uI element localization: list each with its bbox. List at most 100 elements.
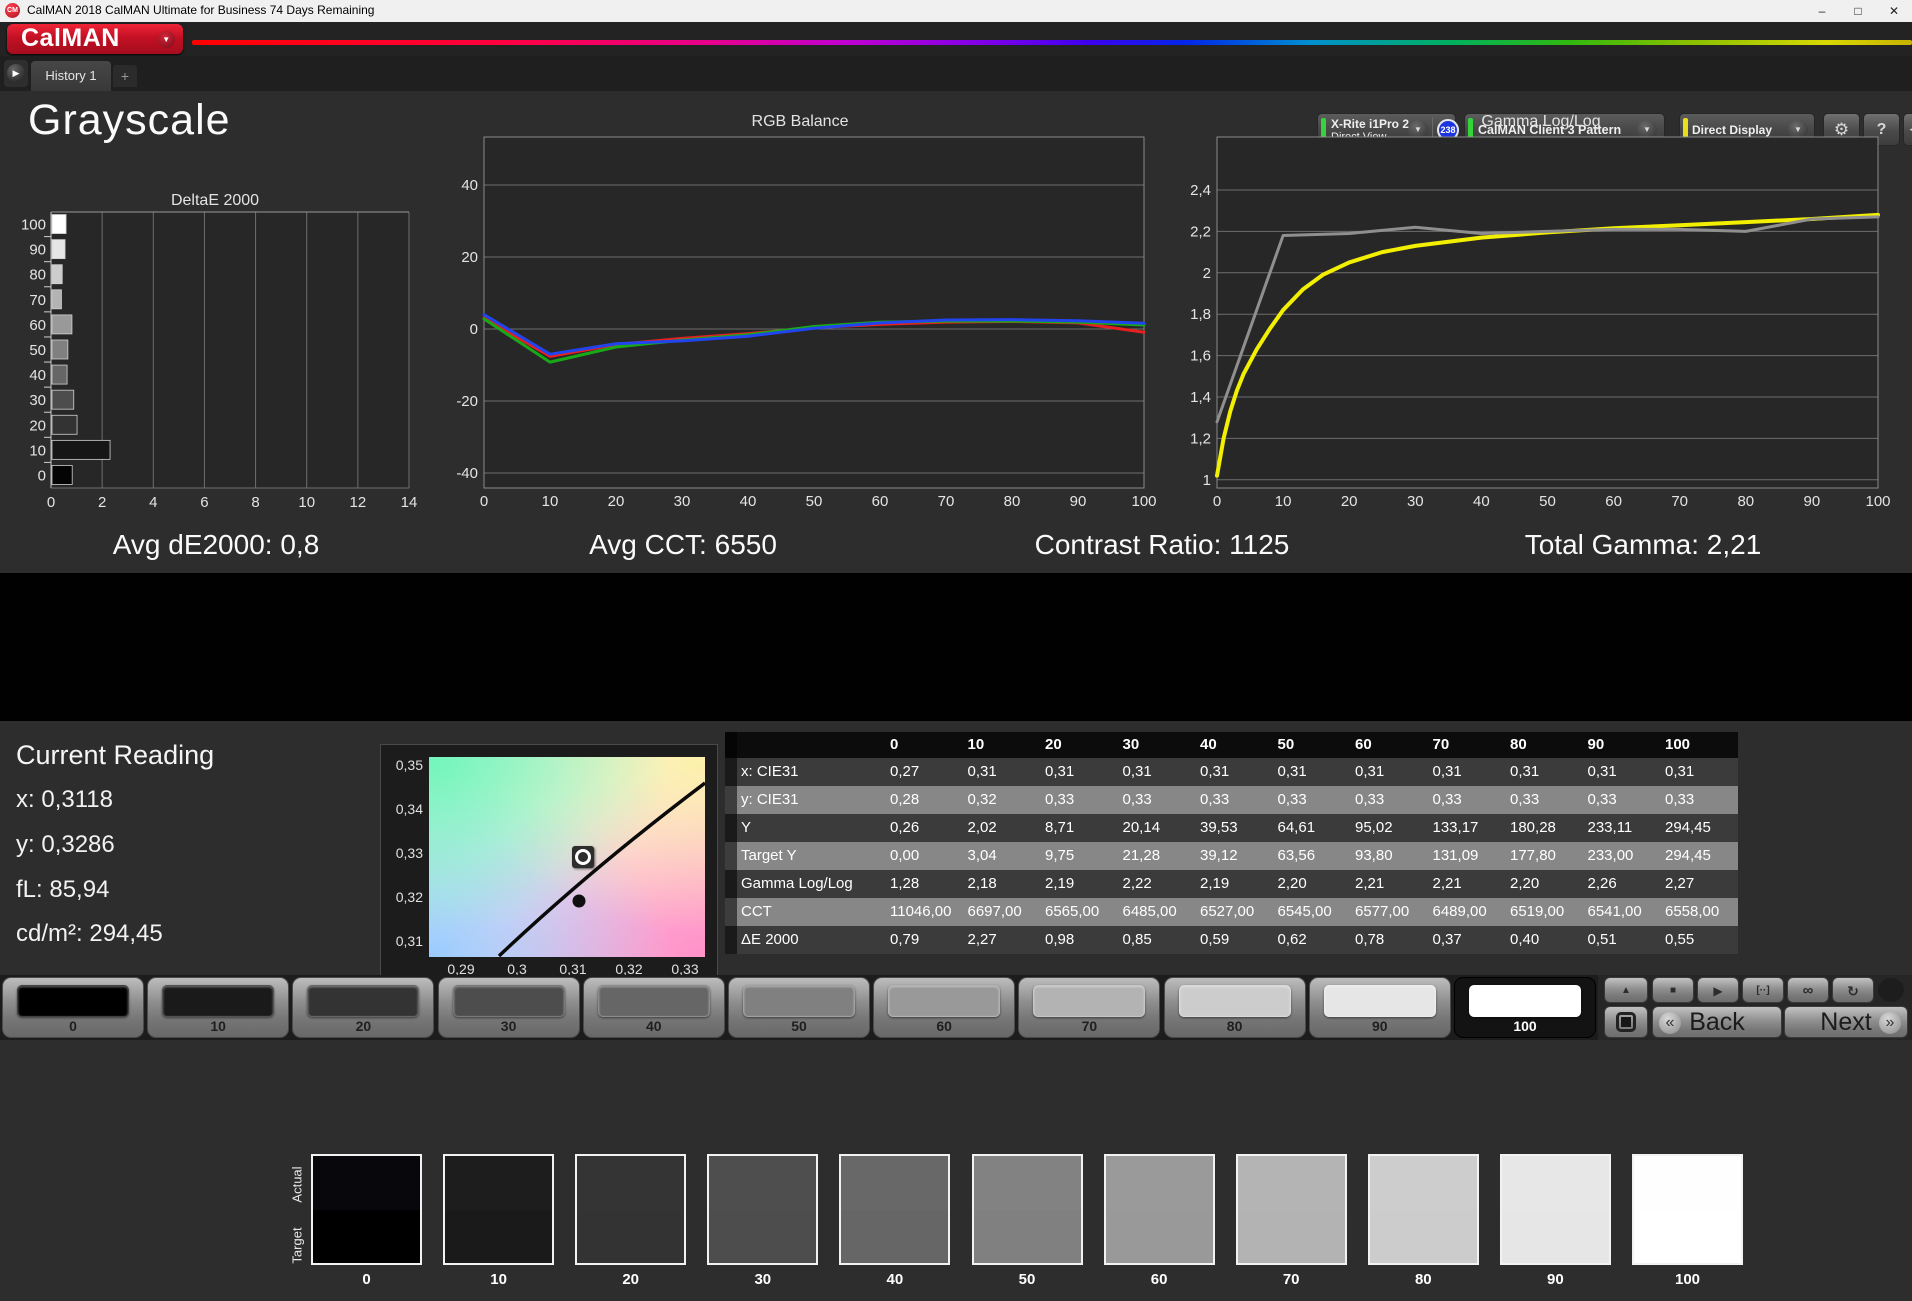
actual-swatch-half xyxy=(973,1156,1081,1210)
table-cell: 233,11 xyxy=(1587,819,1633,836)
calman-menu-button[interactable]: CalMAN ▼ xyxy=(7,24,183,54)
table-cell: 0,27 xyxy=(890,763,920,780)
actual-swatch-half xyxy=(1105,1156,1213,1210)
pattern-button-70[interactable]: 70 xyxy=(1018,977,1161,1038)
table-cell: 64,61 xyxy=(1277,819,1316,836)
next-button[interactable]: Next » xyxy=(1784,1006,1908,1038)
table-row: x: CIE31 0,27 0,31 0,31 0,31 0,31 0,31 0,31 0,31… xyxy=(725,758,1738,786)
axis-tick-label: 20 xyxy=(461,249,478,266)
axis-tick-label: 1,6 xyxy=(1190,348,1211,365)
actual-swatch-half xyxy=(1501,1156,1609,1210)
cie-gamut-plot xyxy=(429,757,705,957)
tab-history-1[interactable]: History 1 xyxy=(31,61,111,91)
axis-tick-label: 30 xyxy=(674,493,691,510)
single-pattern-button[interactable]: [··] xyxy=(1742,977,1784,1003)
back-button[interactable]: « Back xyxy=(1652,1006,1782,1038)
play-icon: ▶ xyxy=(1713,984,1723,998)
table-row: Target Y 0,00 3,04 9,75 21,28 39,12 63,56 93,80… xyxy=(725,842,1738,870)
axis-tick-label: 30 xyxy=(1407,493,1424,510)
continuous-read-button[interactable]: ∞ xyxy=(1787,977,1829,1003)
axis-tick-label: 20 xyxy=(1341,493,1358,510)
play-button[interactable]: ▶ xyxy=(1697,977,1739,1003)
pattern-button-20[interactable]: 20 xyxy=(292,977,435,1038)
target-row-label: Target xyxy=(289,1227,305,1264)
table-cell: 0,85 xyxy=(1122,931,1152,948)
axis-tick-label: 2 xyxy=(98,494,106,511)
next-arrow-icon: » xyxy=(1879,1012,1901,1034)
axis-tick-label: 8 xyxy=(251,494,259,511)
close-button[interactable]: ✕ xyxy=(1876,0,1912,22)
grayscale-swatch-90 xyxy=(1499,1154,1611,1265)
swatch-level-label: 0 xyxy=(362,1271,371,1288)
table-cell: 0,31 xyxy=(1277,763,1307,780)
grayscale-swatch-10 xyxy=(443,1154,555,1265)
pattern-button-90[interactable]: 90 xyxy=(1308,977,1451,1038)
table-cell: 0,31 xyxy=(1587,763,1617,780)
pattern-level-label: 60 xyxy=(936,1018,952,1034)
swatch-level-label: 10 xyxy=(490,1271,507,1288)
pattern-button-80[interactable]: 80 xyxy=(1163,977,1306,1038)
actual-swatch-half xyxy=(1634,1156,1741,1210)
rainbow-divider xyxy=(192,40,1912,45)
grayscale-swatch-20 xyxy=(575,1154,687,1265)
minimize-button[interactable]: – xyxy=(1804,0,1840,22)
table-column-header: 30 xyxy=(1122,736,1140,753)
table-cell: 0,51 xyxy=(1587,931,1617,948)
deltae-chart: 0 2 4 6 8 10 12 141009080706050403020100 xyxy=(21,211,417,511)
back-arrow-icon: « xyxy=(1659,1012,1681,1034)
target-swatch-half xyxy=(445,1209,553,1263)
pattern-button-50[interactable]: 50 xyxy=(728,977,870,1038)
current-reading-title: Current Reading xyxy=(16,740,215,770)
pattern-swatch xyxy=(597,985,710,1017)
deltae-bar xyxy=(51,465,73,485)
tab-scroll-left-button[interactable]: ▶ xyxy=(4,60,28,87)
axis-tick-label: 4 xyxy=(149,494,157,511)
deltae-bar xyxy=(51,289,62,310)
app-icon: CM xyxy=(5,3,20,18)
pattern-window-button[interactable] xyxy=(1604,1006,1648,1038)
pattern-button-30[interactable]: 30 xyxy=(437,977,580,1038)
pattern-bar-up-button[interactable]: ▲ xyxy=(1604,977,1648,1003)
window-title: CalMAN 2018 CalMAN Ultimate for Business… xyxy=(27,3,375,17)
stop-button[interactable]: ■ xyxy=(1652,977,1694,1003)
axis-tick-label: 10 xyxy=(29,442,46,459)
pattern-button-60[interactable]: 60 xyxy=(873,977,1016,1038)
pattern-button-0[interactable]: 0 xyxy=(2,977,144,1038)
window-titlebar: CM CalMAN 2018 CalMAN Ultimate for Busin… xyxy=(0,0,1912,22)
target-swatch-half xyxy=(577,1209,685,1263)
add-tab-button[interactable]: + xyxy=(113,65,137,87)
axis-tick-label: 12 xyxy=(350,494,367,511)
pattern-swatch xyxy=(743,985,855,1017)
axis-tick-label: 0 xyxy=(470,321,478,338)
table-cell: 6565,00 xyxy=(1045,903,1100,920)
axis-tick-label: 80 xyxy=(29,267,46,284)
stop-icon: ■ xyxy=(1669,985,1677,996)
pattern-swatch xyxy=(162,985,275,1017)
target-swatch-half xyxy=(1501,1209,1609,1263)
table-cell: 131,09 xyxy=(1432,847,1479,864)
actual-swatch-half xyxy=(1237,1156,1345,1210)
deltae-bar xyxy=(51,239,66,260)
infinity-icon: ∞ xyxy=(1802,982,1814,999)
cie-chart-panel: 0,35 0,34 0,33 0,32 0,31 0,29 0,3 0,31 0,32 0,33 xyxy=(380,744,718,978)
pattern-button-40[interactable]: 40 xyxy=(582,977,725,1038)
table-header-row: 0 10 20 30 40 50 60 70 80 90 100 xyxy=(725,732,1738,758)
refresh-button[interactable]: ↻ xyxy=(1832,977,1874,1003)
pattern-button-10[interactable]: 10 xyxy=(147,977,290,1038)
table-cell: 2,18 xyxy=(967,875,997,892)
pattern-button-100[interactable]: 100 xyxy=(1454,977,1596,1038)
table-row-label: y: CIE31 xyxy=(741,791,799,808)
stat-avg-cct: Avg CCT: 6550 xyxy=(589,529,777,560)
axis-tick-label: 70 xyxy=(938,493,955,510)
table-cell: 95,02 xyxy=(1355,819,1393,836)
table-cell: 0,00 xyxy=(890,847,920,864)
cie-y-tick: 0,34 xyxy=(395,801,423,817)
table-column-header: 70 xyxy=(1432,736,1450,753)
measurement-table: 0 10 20 30 40 50 60 70 80 90 100 x: CIE31 0,27 0,31 0… xyxy=(725,732,1738,954)
table-cell: 6577,00 xyxy=(1355,903,1410,920)
pattern-level-label: 100 xyxy=(1513,1018,1537,1034)
axis-tick-label: 60 xyxy=(29,317,46,334)
maximize-button[interactable]: □ xyxy=(1840,0,1876,22)
axis-tick-label: 30 xyxy=(29,392,46,409)
transport-cluster: ▲ ■ ▶ [··] ∞ ↻ « Back Next » xyxy=(1598,975,1912,1040)
